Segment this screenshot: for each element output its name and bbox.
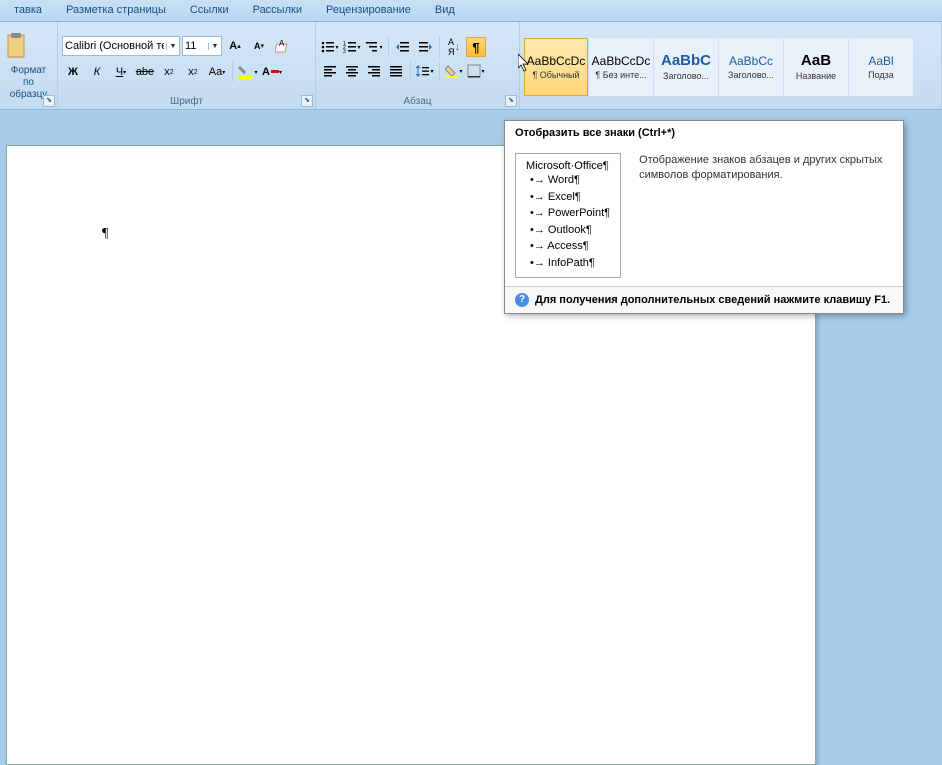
style-preview: AaBbCc <box>729 54 773 68</box>
tab-mailings[interactable]: Рассылки <box>241 0 314 21</box>
borders-button[interactable]: ▾ <box>466 61 486 81</box>
style-item[interactable]: AaBbCc Заголово... <box>719 38 783 96</box>
preview-list-item: •→ Outlook¶ <box>526 222 610 239</box>
paste-button[interactable] <box>4 33 53 61</box>
ribbon: Формат по образцу ⬊ Calibri (Основной те… <box>0 22 942 110</box>
style-item[interactable]: AaBbCcDc ¶ Обычный <box>524 38 588 96</box>
font-name-value: Calibri (Основной те <box>65 40 164 52</box>
svg-text:A: A <box>279 39 285 48</box>
font-launcher[interactable]: ⬊ <box>301 95 313 107</box>
sort-button[interactable]: AЯ↓ <box>444 37 464 57</box>
tab-page-layout[interactable]: Разметка страницы <box>54 0 178 21</box>
strikethrough-button[interactable]: abe <box>134 61 156 83</box>
tooltip-show-formatting: Отобразить все знаки (Ctrl+*) Microsoft·… <box>504 120 904 314</box>
align-left-button[interactable] <box>320 61 340 81</box>
preview-list-item: •→ Access¶ <box>526 238 610 255</box>
preview-list-item: •→ Word¶ <box>526 172 610 189</box>
preview-heading: Microsoft·Office¶ <box>526 160 610 172</box>
style-name: Название <box>796 71 836 81</box>
highlight-button[interactable]: ▾ <box>237 61 259 83</box>
paragraph-group-label: Абзац <box>320 94 515 109</box>
shrink-font-button[interactable]: A▾ <box>248 35 270 57</box>
separator <box>232 62 233 82</box>
style-name: ¶ Обычный <box>532 70 579 80</box>
preview-list-item: •→ InfoPath¶ <box>526 255 610 272</box>
bold-button[interactable]: Ж <box>62 61 84 83</box>
style-preview: AaBl <box>868 54 893 68</box>
styles-gallery[interactable]: AaBbCcDc¶ ОбычныйAaBbCcDc¶ Без инте...Aa… <box>524 38 937 96</box>
style-item[interactable]: АаВ Название <box>784 38 848 96</box>
numbering-button[interactable]: 123▾ <box>342 37 362 57</box>
separator <box>388 37 389 57</box>
separator <box>410 61 411 81</box>
font-group-label: Шрифт <box>62 94 311 109</box>
style-name: Подза <box>868 70 894 80</box>
align-center-button[interactable] <box>342 61 362 81</box>
style-preview: AaBbCcDc <box>592 54 651 68</box>
font-group: Calibri (Основной те ▼ 11 ▼ A▴ A▾ A Ж К … <box>58 22 316 109</box>
preview-list-item: •→ PowerPoint¶ <box>526 205 610 222</box>
style-item[interactable]: AaBl Подза <box>849 38 913 96</box>
tab-references[interactable]: Ссылки <box>178 0 241 21</box>
grow-font-button[interactable]: A▴ <box>224 35 246 57</box>
style-preview: AaBbCcDc <box>527 54 586 68</box>
ribbon-tabs: тавка Разметка страницы Ссылки Рассылки … <box>0 0 942 22</box>
change-case-button[interactable]: Aa▾ <box>206 61 228 83</box>
style-item[interactable]: AaBbC Заголово... <box>654 38 718 96</box>
tab-insert[interactable]: тавка <box>2 0 54 21</box>
tooltip-description: Отображение знаков абзацев и других скры… <box>639 153 893 278</box>
svg-text:3: 3 <box>343 49 346 54</box>
font-size-value: 11 <box>185 40 206 52</box>
chevron-down-icon: ▼ <box>166 43 177 50</box>
chevron-down-icon: ▼ <box>208 43 219 50</box>
style-name: ¶ Без инте... <box>595 70 646 80</box>
style-item[interactable]: AaBbCcDc ¶ Без инте... <box>589 38 653 96</box>
tab-view[interactable]: Вид <box>423 0 467 21</box>
paragraph-launcher[interactable]: ⬊ <box>505 95 517 107</box>
tooltip-title: Отобразить все знаки (Ctrl+*) <box>515 127 893 139</box>
bullets-button[interactable]: ▾ <box>320 37 340 57</box>
line-spacing-button[interactable]: ▾ <box>415 61 435 81</box>
tooltip-footer: ? Для получения дополнительных сведений … <box>505 286 903 313</box>
italic-button[interactable]: К <box>86 61 108 83</box>
align-right-button[interactable] <box>364 61 384 81</box>
separator <box>439 37 440 57</box>
underline-button[interactable]: Ч▾ <box>110 61 132 83</box>
styles-group: AaBbCcDc¶ ОбычныйAaBbCcDc¶ Без инте...Aa… <box>520 22 942 109</box>
style-name: Заголово... <box>663 71 709 81</box>
clipboard-group: Формат по образцу ⬊ <box>0 22 58 109</box>
clipboard-launcher[interactable]: ⬊ <box>43 95 55 107</box>
subscript-button[interactable]: x2 <box>158 61 180 83</box>
style-preview: AaBbC <box>661 52 711 69</box>
show-hide-marks-button[interactable]: ¶ <box>466 37 486 57</box>
tooltip-help-text: Для получения дополнительных сведений на… <box>535 294 890 306</box>
tooltip-preview: Microsoft·Office¶ •→ Word¶•→ Excel¶•→ Po… <box>515 153 621 278</box>
help-icon: ? <box>515 293 529 307</box>
separator <box>439 61 440 81</box>
font-color-button[interactable]: A▾ <box>261 61 283 83</box>
font-size-combo[interactable]: 11 ▼ <box>182 36 222 56</box>
justify-button[interactable] <box>386 61 406 81</box>
preview-list-item: •→ Excel¶ <box>526 189 610 206</box>
paragraph-group: ▾ 123▾ ▾ AЯ↓ ¶ ▾ ▾ ▾ Абз <box>316 22 520 109</box>
superscript-button[interactable]: x2 <box>182 61 204 83</box>
shading-button[interactable]: ▾ <box>444 61 464 81</box>
increase-indent-button[interactable] <box>415 37 435 57</box>
tab-review[interactable]: Рецензирование <box>314 0 423 21</box>
font-name-combo[interactable]: Calibri (Основной те ▼ <box>62 36 180 56</box>
clear-formatting-button[interactable]: A <box>272 35 294 57</box>
decrease-indent-button[interactable] <box>393 37 413 57</box>
multilevel-list-button[interactable]: ▾ <box>364 37 384 57</box>
style-preview: АаВ <box>801 52 831 69</box>
style-name: Заголово... <box>728 70 774 80</box>
